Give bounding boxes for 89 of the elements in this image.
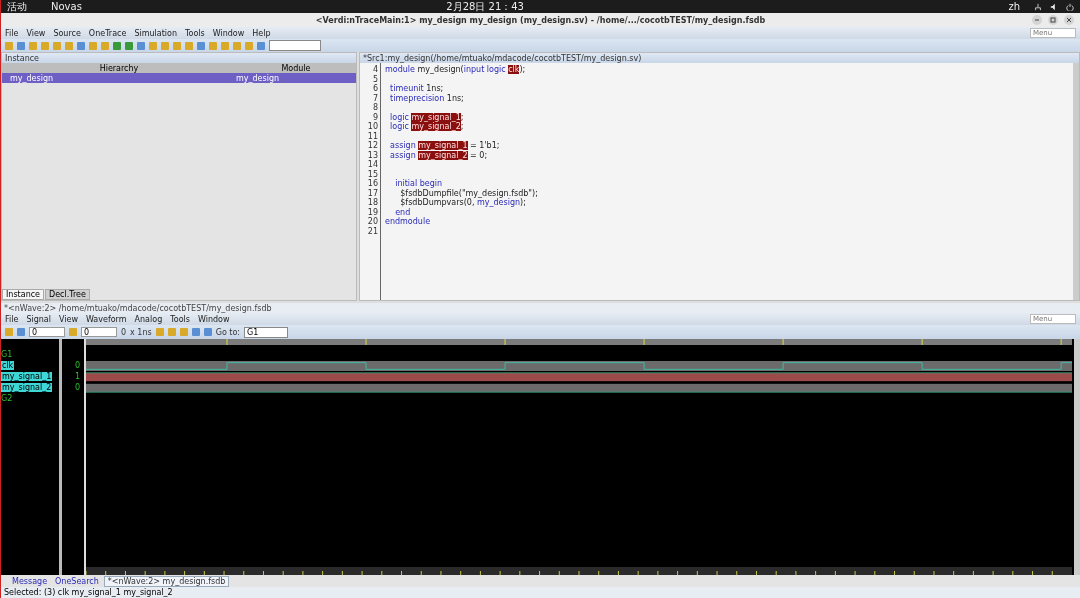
line-number: 11: [366, 131, 379, 141]
code-line: logic my_signal_2;: [389, 122, 464, 131]
line-number: 20: [366, 217, 379, 227]
clock[interactable]: 2月28日 21：43: [446, 0, 524, 13]
line-number: 19: [366, 207, 379, 217]
line-number: 15: [366, 169, 379, 179]
menu-item[interactable]: View: [58, 314, 78, 324]
input-method[interactable]: zh: [1008, 0, 1020, 13]
toolbar-icon[interactable]: [69, 328, 77, 336]
signal-name[interactable]: my_signal_2: [1, 383, 53, 392]
column-header[interactable]: Hierarchy: [2, 63, 236, 73]
code-line: timeprecision 1ns;: [389, 93, 464, 103]
minimize-button[interactable]: [1032, 15, 1042, 25]
power-icon[interactable]: [1066, 2, 1074, 11]
close-button[interactable]: [1064, 15, 1074, 25]
panel-tab[interactable]: Decl.Tree: [45, 289, 90, 300]
line-number: 5: [371, 74, 379, 84]
window-title: <Verdi:nTraceMain:1> my_design my_design (my_design.sv) - /home/.../cocotbTEST/my_design.fsdb: [315, 15, 766, 25]
cursor-time-field[interactable]: 0: [29, 327, 65, 337]
menu-item[interactable]: Window: [212, 28, 245, 38]
menu-item[interactable]: Signal: [26, 314, 51, 324]
menu-item[interactable]: View: [26, 28, 46, 38]
line-number: 13: [366, 150, 379, 160]
code-line: $fsdbDumpfile("my_design.fsdb");: [399, 188, 538, 198]
source-title: *Src1:my_design(/home/mtuako/mdacode/cocotbTEST/my_design.sv): [363, 53, 642, 63]
clock-waveform[interactable]: [86, 360, 1072, 371]
volume-icon[interactable]: [1050, 2, 1058, 11]
instance-row[interactable]: my_design my_design: [2, 73, 356, 83]
signal-name[interactable]: clk: [1, 361, 15, 370]
code-line: endmodule: [385, 217, 431, 226]
signal-value: 1: [74, 372, 80, 381]
line-number: 7: [371, 93, 379, 103]
group-label[interactable]: G1: [1, 350, 13, 359]
menu-item[interactable]: Tools: [185, 28, 205, 38]
menu-item[interactable]: OneTrace: [88, 28, 127, 38]
scrollbar[interactable]: [1074, 339, 1080, 575]
menu-item[interactable]: Window: [197, 314, 230, 324]
code-line: assign my_signal_1 = 1'b1;: [389, 141, 500, 150]
signal-waveform[interactable]: [86, 382, 1072, 393]
group-label[interactable]: G2: [1, 394, 13, 403]
marker-time-field[interactable]: 0: [81, 327, 117, 337]
signal-value: 0: [74, 361, 80, 370]
code-line: module my_design(input logic clk);: [385, 65, 526, 74]
delta-value: 0: [121, 327, 127, 337]
column-header[interactable]: Module: [236, 63, 356, 73]
line-number: 10: [366, 122, 379, 132]
code-line: timeunit 1ns;: [389, 84, 444, 93]
line-number: 6: [371, 84, 379, 94]
menu-item[interactable]: Help: [252, 28, 271, 38]
goto-dropdown[interactable]: G1: [244, 326, 289, 338]
menu-item[interactable]: Analog: [134, 314, 163, 324]
line-number: 14: [366, 160, 379, 170]
signal-waveform[interactable]: [86, 371, 1072, 382]
goto-label: Go to:: [215, 327, 241, 337]
line-number: 4: [371, 65, 379, 75]
menu-item[interactable]: Tools: [170, 314, 190, 324]
scrollbar[interactable]: [1073, 63, 1079, 300]
scale-label: x 1ns: [130, 327, 152, 337]
activities-button[interactable]: 活动: [7, 0, 27, 13]
line-number: 16: [366, 179, 379, 189]
dropdown-field[interactable]: [269, 40, 321, 51]
status-text: Selected: (3) clk my_signal_1 my_signal_2: [4, 588, 173, 597]
code-line: end: [394, 207, 411, 217]
line-number: 17: [366, 188, 379, 198]
signal-value: 0: [74, 383, 80, 392]
app-menu[interactable]: Novas: [51, 0, 82, 13]
window-tab[interactable]: Message: [9, 576, 51, 586]
line-number: 8: [371, 103, 379, 113]
code-line: assign my_signal_2 = 0;: [389, 150, 488, 160]
window-tab[interactable]: OneSearch: [52, 576, 102, 586]
window-tab[interactable]: *<nWave:2> my_design.fsdb: [103, 575, 230, 587]
code-line: initial begin: [394, 179, 443, 188]
code-line: logic my_signal_1;: [389, 112, 464, 122]
line-number: 18: [366, 198, 379, 208]
menu-item[interactable]: Source: [53, 28, 81, 38]
code-line: $fsdbDumpvars(0, my_design);: [399, 198, 526, 207]
menu-item[interactable]: File: [5, 28, 19, 38]
wave-window-title: *<nWave:2> /home/mtuako/mdacode/cocotbTEST/my_design.fsdb: [4, 303, 272, 313]
line-number: 12: [366, 141, 379, 151]
panel-tab[interactable]: Instance: [2, 289, 45, 300]
line-number: 9: [371, 112, 379, 122]
menu-item[interactable]: Waveform: [85, 314, 127, 324]
maximize-button[interactable]: [1048, 15, 1058, 25]
menu-item[interactable]: File: [5, 314, 19, 324]
network-icon[interactable]: [1034, 2, 1042, 11]
menu-item[interactable]: Simulation: [134, 28, 177, 38]
signal-name[interactable]: my_signal_1: [1, 372, 53, 381]
panel-title: Instance: [5, 53, 40, 63]
line-number: 21: [366, 226, 379, 236]
